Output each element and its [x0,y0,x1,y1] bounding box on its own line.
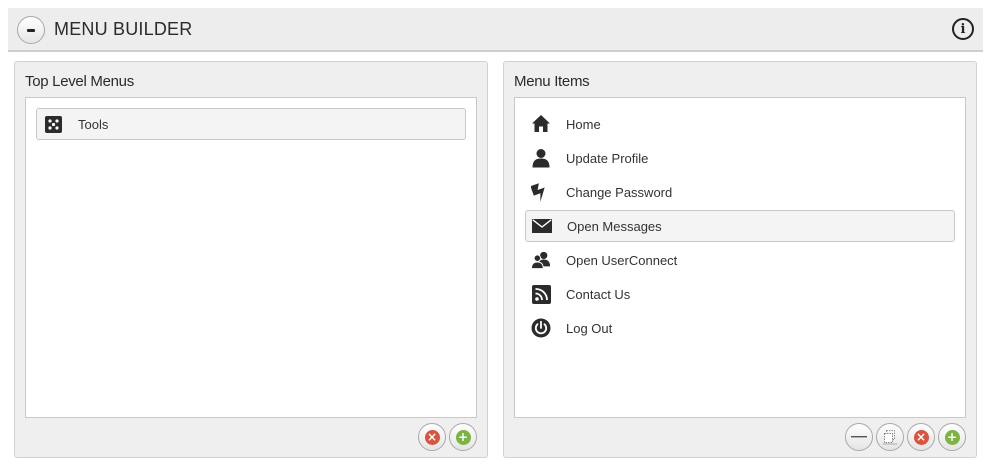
users-icon [531,250,551,270]
top-level-menus-list: Tools [25,97,477,418]
copy-button[interactable] [876,423,904,451]
home-icon [531,114,551,134]
list-item-log-out[interactable]: Log Out [525,312,955,344]
list-item-home[interactable]: Home [525,108,955,140]
minus-icon [27,28,35,32]
list-item-open-messages[interactable]: Open Messages [525,210,955,242]
remove-icon: × [424,429,440,445]
tools-icon [43,114,63,134]
separator-icon [851,436,867,438]
copy-icon [882,430,898,445]
list-item-label: Log Out [566,320,613,336]
list-item-label: Open UserConnect [566,252,678,268]
list-item-label: Home [566,116,601,132]
list-item-label: Contact Us [566,286,631,302]
menu-items-list: Home Update Profile Change Password Open… [514,97,966,418]
list-item-change-password[interactable]: Change Password [525,176,955,208]
list-item-label: Tools [78,116,109,132]
list-item-update-profile[interactable]: Update Profile [525,142,955,174]
power-icon [531,318,551,338]
separator-button[interactable] [845,423,873,451]
remove-button[interactable]: × [418,423,446,451]
add-icon: + [455,429,471,445]
rss-icon [531,284,551,304]
list-item-tools[interactable]: Tools [36,108,466,140]
top-level-actions: × + [418,423,477,451]
add-button[interactable]: + [938,423,966,451]
list-item-label: Change Password [566,184,673,200]
panel-title: Menu Items [514,73,590,90]
header-bar: MENU BUILDER i [8,8,983,52]
add-icon: + [944,429,960,445]
menu-items-actions: × + [845,423,966,451]
menu-items-panel: Menu Items Home Update Profile Change Pa… [503,61,977,458]
info-icon[interactable]: i [952,18,974,40]
remove-button[interactable]: × [907,423,935,451]
list-item-contact-us[interactable]: Contact Us [525,278,955,310]
page-title: MENU BUILDER [54,19,193,39]
remove-icon: × [913,429,929,445]
list-item-label: Open Messages [567,218,662,234]
envelope-icon [532,216,552,236]
collapse-button[interactable] [17,16,45,44]
panel-title: Top Level Menus [25,73,134,90]
menu-builder-app: MENU BUILDER i Top Level Menus Tools × +… [8,8,983,464]
lightning-icon [531,182,551,202]
add-button[interactable]: + [449,423,477,451]
list-item-open-userconnect[interactable]: Open UserConnect [525,244,955,276]
top-level-menus-panel: Top Level Menus Tools × + [14,61,488,458]
user-icon [531,148,551,168]
list-item-label: Update Profile [566,150,649,166]
